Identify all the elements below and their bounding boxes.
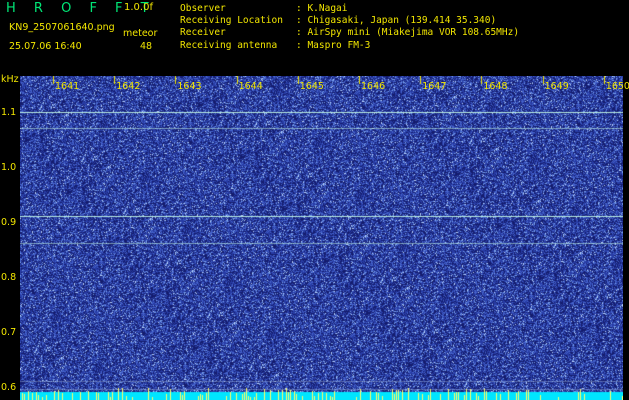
- version-label: 1.0.0f: [124, 2, 153, 13]
- x-tick-label: 1641: [55, 81, 80, 92]
- info-value: : AirSpy mini (Miakejima VOR 108.65MHz): [296, 27, 520, 39]
- y-axis-unit: kHz: [1, 74, 19, 85]
- x-tick-label: 1648: [483, 81, 508, 92]
- x-tick-label: 1647: [422, 81, 447, 92]
- info-key: Receiver: [180, 27, 226, 39]
- capture-datetime: 25.07.06 16:40: [9, 41, 82, 52]
- meteor-count: 48: [140, 41, 153, 52]
- x-tick-label: 1642: [116, 81, 141, 92]
- y-tick-label: 0.8: [1, 272, 17, 284]
- info-row-receiver: Receiver : AirSpy mini (Miakejima VOR 10…: [180, 27, 519, 39]
- info-row-antenna: Receiving antenna : Maspro FM-3: [180, 40, 519, 52]
- info-value: : Maspro FM-3: [296, 39, 371, 51]
- info-key: Receiving Location: [180, 15, 283, 27]
- observation-info: Observer : K.Nagai Receiving Location : …: [180, 3, 519, 52]
- info-value: : Chigasaki, Japan (139.414 35.340): [296, 15, 497, 27]
- info-key: Receiving antenna: [180, 39, 278, 51]
- info-key: Observer: [180, 3, 226, 14]
- meteor-label: meteor: [123, 28, 158, 39]
- x-tick-label: 1643: [177, 81, 202, 92]
- y-tick-label: 0.9: [1, 217, 17, 229]
- spectrogram-canvas: [20, 76, 623, 400]
- info-row-observer: Observer : K.Nagai: [180, 3, 519, 15]
- x-tick-label: 1650: [605, 81, 629, 92]
- y-tick-label: 0.7: [1, 327, 17, 339]
- info-row-location: Receiving Location : Chigasaki, Japan (1…: [180, 15, 519, 27]
- x-tick-label: 1646: [361, 81, 386, 92]
- y-tick-label: 1.0: [1, 162, 17, 174]
- spectrogram: [20, 76, 623, 400]
- info-value: : K.Nagai: [296, 3, 348, 14]
- x-tick-label: 1649: [544, 81, 569, 92]
- y-tick-label: 0.6: [1, 382, 17, 394]
- x-tick-label: 1645: [299, 81, 324, 92]
- y-tick-label: 1.1: [1, 107, 17, 119]
- file-name: KN9_2507061640.png: [9, 22, 115, 33]
- x-tick-label: 1644: [238, 81, 263, 92]
